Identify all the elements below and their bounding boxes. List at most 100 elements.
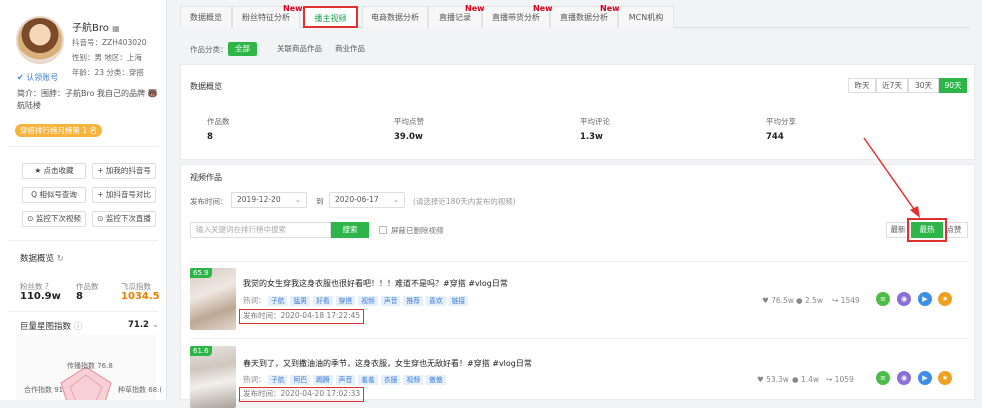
metric-label: 作品数 [207,117,230,126]
metric-value: 744 [766,132,784,142]
tag[interactable]: 好看 [313,296,333,306]
video-title[interactable]: 春天到了，又到撒油油的季节，这身衣服，女生穿也无敌好看！#穿搭 #vlog日常 [243,358,532,369]
video-title[interactable]: 我觉的女生穿我这身衣服也很好看吧！！！难道不是吗？#穿搭 #vlog日常 [243,278,508,289]
search-input[interactable]: 输入关键词在排行榜中搜索 [190,222,331,238]
tag[interactable]: 阿巴 [290,375,311,385]
share-count: ↪ 1549 [832,296,860,305]
tab-ecommerce[interactable]: 电商数据分析 [362,6,428,28]
monitor-video-button[interactable]: ⊙ 监控下次视频 [22,211,86,227]
divider [8,311,158,312]
comment-count: ● 1.4w [792,375,819,384]
detail-icon[interactable]: ≡ [876,371,890,385]
monitor-live-button[interactable]: ⊙ 监控下次直播 [92,211,156,227]
add-my-account-button[interactable]: + 加我的抖音号 [92,163,156,179]
profile-panel: 子航Bro ▦ 抖音号：ZZH403020 性别：男 地区：上海 年龄：23 分… [0,0,167,406]
favorite-button[interactable]: ★ 点击收藏 [22,163,86,179]
detail-icon[interactable]: ≡ [876,292,890,306]
tab-mcn[interactable]: MCN机构 [618,6,674,28]
verify-icon: ✔ [17,73,24,82]
tag[interactable]: 视频 [403,375,424,385]
tag[interactable]: 猛男 [290,296,311,306]
rank-badge[interactable]: 穿搭排行榜月榜第 1 名 [15,124,103,137]
star-icon[interactable]: ★ [938,371,952,385]
video-thumbnail[interactable]: 61.6 [190,346,236,408]
radar-right-label: 种草指数 68.( [118,386,163,394]
range-30d[interactable]: 30天 [908,78,939,93]
tag[interactable]: 推荐 [403,296,424,306]
profile-intro: 简介：围脖：子航Bro 我自己的品牌 🐻 航陆楼 [17,89,158,110]
index-value: 1034.5 [121,291,160,302]
divider [8,240,158,241]
video-thumbnail[interactable]: 65.9 [190,268,236,330]
category-label: 作品分类： [190,45,228,54]
new-badge: New [283,4,303,13]
similar-search-button[interactable]: Q 相似号查询 [22,187,86,203]
chevron-down-icon[interactable]: ⌄ [152,320,159,330]
sort-hottest[interactable]: 最热 [911,222,943,238]
tag[interactable]: 声音 [380,296,401,306]
play-icon[interactable]: ▶ [918,371,932,385]
range-yesterday[interactable]: 昨天 [848,78,876,93]
douyin-id: 抖音号：ZZH403020 [72,38,147,47]
chevron-down-icon: ⌄ [294,195,301,204]
overview-title: 数据概览 ↻ [20,254,64,264]
category-business[interactable]: 商业作品 [328,42,372,56]
metric-label: 平均评论 [580,117,610,126]
search-button[interactable]: 搜索 [331,222,369,238]
refresh-icon[interactable]: ↻ [57,254,64,264]
verify-link[interactable]: ✔ 认领账号 [17,72,58,83]
radar-top-label: 传播指数 76.8 [67,362,113,370]
tab-videos[interactable]: 播主视频 [303,6,358,28]
publish-time-label: 发布时间： [190,197,228,206]
category-products[interactable]: 关联商品作品 [270,42,329,56]
hot-words: 热词： 子航 阿巴 踢腾 声音 羞羞 衣服 视频 傲傲 [243,374,449,385]
new-badge: New [465,4,485,13]
add-compare-button[interactable]: + 加抖音号对比 [92,187,156,203]
fans-value: 110.9w [20,291,61,302]
tag[interactable]: 链接 [448,296,469,306]
tag[interactable]: 傲傲 [426,375,446,385]
start-date-picker[interactable]: 2019-12-20 ⌄ [231,192,307,208]
tag[interactable]: 羞羞 [358,375,378,385]
new-badge: New [533,4,553,13]
star-icon[interactable]: ★ [938,292,952,306]
hot-words: 热词： 子航 猛男 好看 穿搭 视频 声音 推荐 喜欢 链接 [243,295,471,306]
metric-label: 平均分享 [766,117,796,126]
star-index-label: 巨量星图指数 ⓘ [20,322,83,332]
tag[interactable]: 衣服 [380,375,401,385]
play-icon[interactable]: ▶ [918,292,932,306]
category-all[interactable]: 全部 [228,42,257,56]
hide-deleted-label: 屏蔽已删除视频 [391,226,444,235]
like-count: ♥ 76.5w [762,296,794,305]
annotation-arrow [863,137,920,218]
publish-time: 发布时间：2020-04-18 17:22:45 [239,309,365,324]
hide-deleted-checkbox[interactable] [379,226,387,234]
tag[interactable]: 声音 [335,375,356,385]
tag[interactable]: 穿搭 [335,296,356,306]
tag[interactable]: 子航 [267,375,288,385]
help-icon[interactable]: ⓘ [74,322,83,332]
to-label: 到 [316,197,324,206]
range-7d[interactable]: 近7天 [876,78,908,93]
analysis-icon[interactable]: ◉ [897,292,911,306]
end-date-picker[interactable]: 2020-06-17 ⌄ [329,192,405,208]
avatar[interactable] [16,16,64,64]
gender-region: 性别：男 地区：上海 [72,53,142,62]
range-90d[interactable]: 90天 [939,78,967,93]
score-badge: 61.6 [190,346,212,356]
chevron-down-icon: ⌄ [392,195,399,204]
tab-overview[interactable]: 数据概览 [180,6,232,28]
date-hint: (请选择近180天内发布的视频) [413,197,516,206]
gender-icon: ▦ [112,24,120,33]
radar-left-label: 合作指数 91 [24,386,64,394]
metric-value: 39.0w [394,132,423,142]
tag[interactable]: 视频 [358,296,378,306]
score-badge: 65.9 [190,268,212,278]
star-index-value: 71.2 ⌄ [128,320,160,330]
age-type: 年龄：23 分类：穿搭 [72,68,144,77]
tag[interactable]: 子航 [267,296,288,306]
new-badge: New [600,4,620,13]
tag[interactable]: 踢腾 [313,375,333,385]
analysis-icon[interactable]: ◉ [897,371,911,385]
tag[interactable]: 喜欢 [426,296,446,306]
